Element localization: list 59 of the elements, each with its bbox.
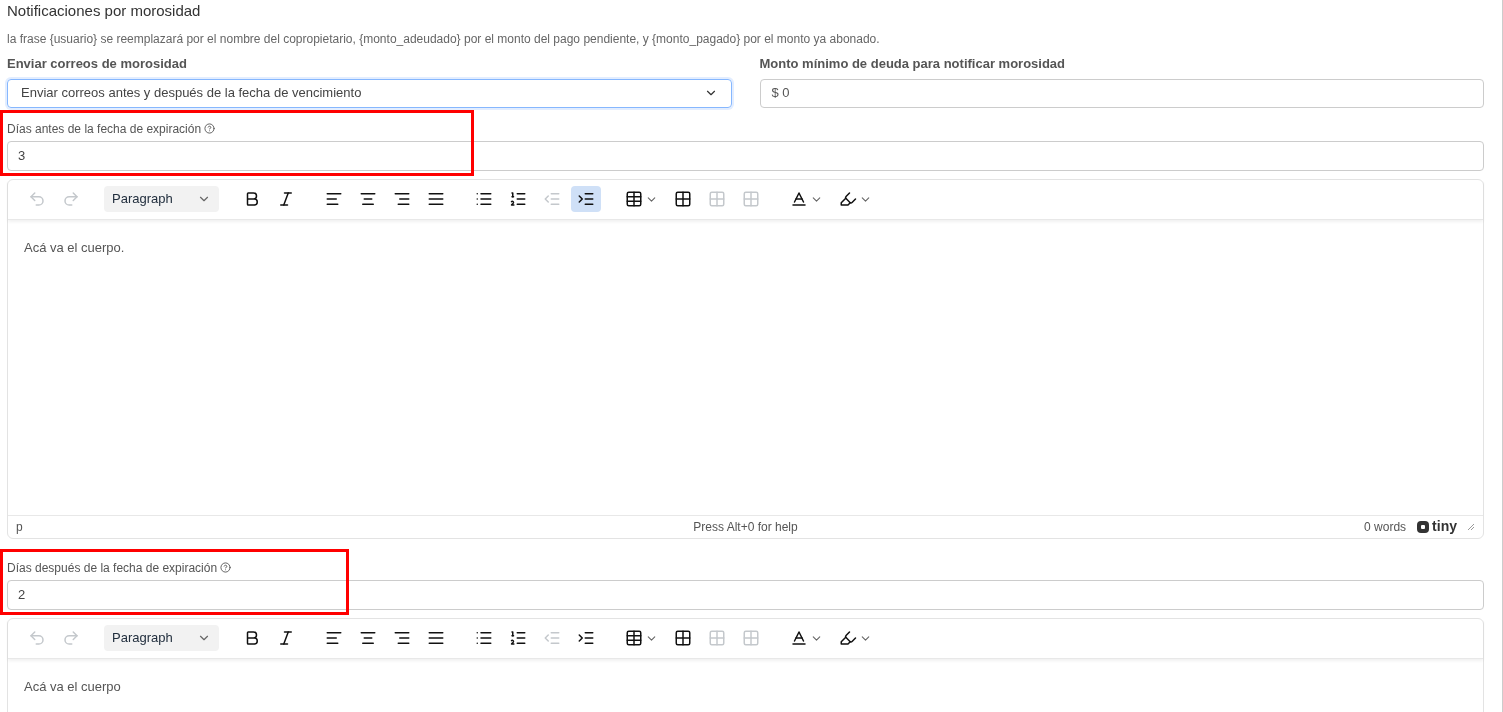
days-input[interactable]: 3 [7, 140, 1484, 171]
italic-icon [277, 629, 295, 647]
send-mode-select[interactable]: Enviar correos antes y después de la fecha de vencimiento [7, 78, 732, 108]
indent-button[interactable] [571, 186, 601, 212]
undo-icon [28, 190, 46, 208]
table-cell-icon [708, 190, 726, 208]
table-cell-icon [742, 190, 760, 208]
align-left-icon [325, 190, 343, 208]
undo-icon [28, 629, 46, 647]
indent-icon [577, 190, 595, 208]
min-debt-input[interactable]: $ 0 [759, 78, 1484, 108]
align-center-icon [359, 190, 377, 208]
block-format-dropdown[interactable]: Paragraph [104, 625, 219, 651]
highlighter-icon [839, 629, 857, 647]
highlighter-icon [839, 190, 857, 208]
editor-body[interactable]: Acá va el cuerpo [8, 658, 1483, 712]
align-justify-icon [427, 190, 445, 208]
text-color-icon [790, 629, 808, 647]
outdent-icon [543, 629, 561, 647]
bullet-list-icon [475, 190, 493, 208]
numbered-list-icon [509, 629, 527, 647]
align-right-icon [393, 629, 411, 647]
table-grid-icon [674, 629, 692, 647]
resize-handle-icon[interactable] [1467, 522, 1475, 531]
table-icon [625, 629, 643, 647]
field-label: Monto mínimo de deuda para notificar morosidad [759, 55, 1067, 73]
table-icon [625, 190, 643, 208]
field-label: Días después de la fecha de expiración [7, 559, 218, 577]
help-icon[interactable] [220, 562, 232, 573]
field-label: Enviar correos de morosidad [7, 55, 188, 73]
brand-name: tiny [1432, 517, 1457, 536]
italic-icon [277, 190, 295, 208]
table-grid-icon [674, 190, 692, 208]
logo-icon [1416, 519, 1431, 534]
element-path: p [16, 518, 24, 536]
numbered-list-icon [509, 190, 527, 208]
outdent-icon [543, 190, 561, 208]
days-input[interactable]: 2 [7, 579, 1484, 610]
table-cell-icon [708, 629, 726, 647]
bullet-list-icon [475, 629, 493, 647]
table-cell-icon [742, 629, 760, 647]
indent-icon [577, 629, 595, 647]
body-text: Acá va el cuerpo [24, 677, 122, 696]
redo-icon [62, 190, 80, 208]
section-title: Notificaciones por morosidad [7, 2, 202, 20]
section-description: la frase {usuario} se reemplazará por el nombre del copropietario, {monto_adeudado} por el monto del pago pendiente, y {monto_pagado} por el monto ya abonado. [7, 31, 881, 48]
redo-icon [62, 629, 80, 647]
align-center-icon [359, 629, 377, 647]
help-hint: Press Alt+0 for help [692, 518, 799, 536]
align-left-icon [325, 629, 343, 647]
word-count: 0 words [1364, 518, 1407, 536]
align-right-icon [393, 190, 411, 208]
text-color-icon [790, 190, 808, 208]
field-label: Días antes de la fecha de expiración [7, 120, 202, 138]
align-justify-icon [427, 629, 445, 647]
block-format-dropdown[interactable]: Paragraph [104, 186, 219, 212]
editor-body[interactable]: Acá va el cuerpo. [8, 219, 1483, 515]
help-icon[interactable] [204, 123, 216, 134]
body-text: Acá va el cuerpo. [24, 238, 126, 257]
